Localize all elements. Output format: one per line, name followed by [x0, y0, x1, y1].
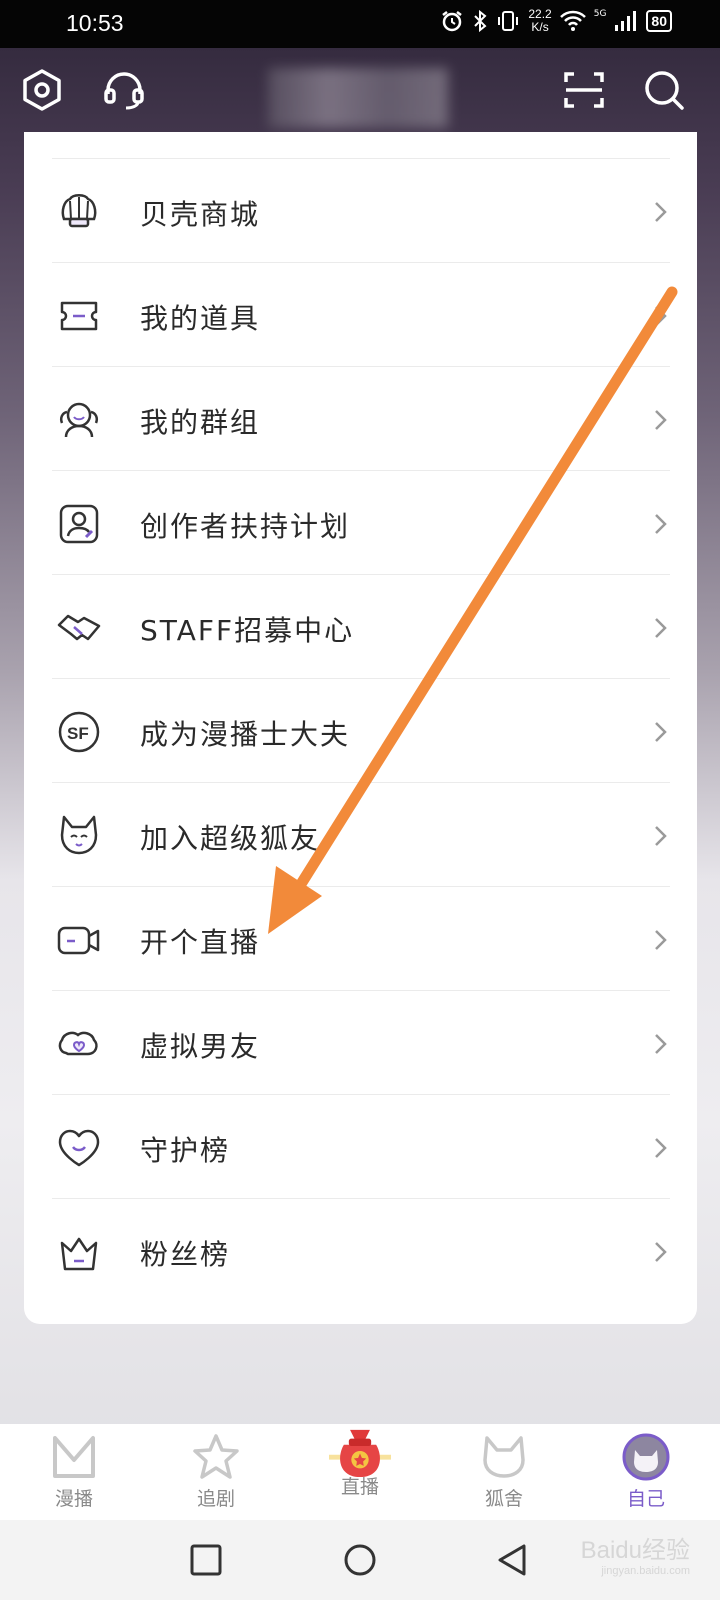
net-speed-unit: K/s — [531, 20, 549, 34]
chevron-right-icon — [655, 1242, 667, 1262]
status-time: 10:53 — [66, 10, 124, 36]
menu-item-creator-support[interactable]: 创作者扶持计划 — [52, 470, 670, 577]
wifi-icon — [559, 10, 586, 31]
bottom-tab-bar: 漫播 追剧 直播 狐舍 自己 — [0, 1424, 720, 1520]
chevron-right-icon — [655, 826, 667, 846]
watermark-brand: Baidu经验 — [580, 1537, 690, 1564]
menu-item-label: 守护榜 — [140, 1134, 231, 1167]
bluetooth-icon — [474, 9, 487, 33]
tab-label: 自己 — [626, 1488, 665, 1510]
handshake-icon — [57, 614, 101, 641]
heart-icon — [58, 1129, 100, 1167]
status-icons: 22.2 K/s 5G 80 — [440, 8, 672, 34]
menu-item-label: 成为漫播士大夫 — [140, 718, 351, 751]
menu-item-fan-ranking[interactable]: 粉丝榜 — [52, 1198, 670, 1305]
tab-zhuiju[interactable]: 追剧 — [166, 1432, 266, 1520]
menu-item-become-shidafu[interactable]: SF 成为漫播士大夫 — [52, 678, 670, 785]
avatar-icon — [622, 1433, 670, 1481]
crown-icon — [60, 1237, 98, 1271]
group-icon — [59, 402, 99, 438]
chevron-right-icon — [655, 1138, 667, 1158]
status-bar: 10:53 22.2 K/s 5G 80 — [0, 0, 720, 48]
chevron-right-icon — [655, 202, 667, 222]
menu-item-super-fox-friend[interactable]: 加入超级狐友 — [52, 782, 670, 889]
vibrate-icon — [498, 11, 519, 31]
tab-zhibo[interactable]: 直播 — [310, 1429, 410, 1520]
menu-item-label: 创作者扶持计划 — [140, 510, 351, 543]
watermark: Baidu经验 jingyan.baidu.com — [581, 1530, 690, 1577]
menu-item-my-groups[interactable]: 我的群组 — [52, 366, 670, 473]
chevron-right-icon — [655, 618, 667, 638]
menu-item-label: 开个直播 — [140, 926, 261, 959]
menu-item-label: 粉丝榜 — [140, 1238, 231, 1271]
tab-label: 狐舍 — [484, 1488, 523, 1510]
tab-label: 漫播 — [54, 1488, 93, 1510]
chevron-right-icon — [655, 514, 667, 534]
menu-item-label: 虚拟男友 — [140, 1030, 261, 1063]
menu-item-my-props[interactable]: 我的道具 — [52, 262, 670, 369]
menu-item-label: 贝壳商城 — [140, 198, 261, 231]
sf-badge-icon: SF — [58, 711, 100, 753]
watermark-url: jingyan.baidu.com — [601, 1565, 690, 1577]
chevron-right-icon — [655, 722, 667, 742]
menu-item-shell-mall[interactable]: 贝壳商城 — [52, 158, 670, 265]
scan-icon[interactable] — [562, 68, 606, 112]
back-icon[interactable] — [494, 1542, 530, 1578]
chevron-right-icon — [655, 410, 667, 430]
signal-icon — [615, 11, 637, 31]
menu-item-staff-recruit[interactable]: STAFF招募中心 — [52, 574, 670, 681]
ticket-icon — [60, 301, 98, 331]
menu-item-guard-ranking[interactable]: 守护榜 — [52, 1094, 670, 1201]
username-blurred — [268, 68, 448, 128]
menu-card: 贝壳商城 我的道具 我的群组 创作者扶持计划 STAFF招募中心 SF 成为漫播… — [24, 132, 697, 1324]
recent-apps-icon[interactable] — [188, 1542, 224, 1578]
menu-item-label: 加入超级狐友 — [140, 822, 321, 855]
signal-type: 5G — [593, 9, 607, 19]
tab-label: 追剧 — [196, 1488, 235, 1510]
menu-item-virtual-boyfriend[interactable]: 虚拟男友 — [52, 990, 670, 1097]
star-icon — [193, 1434, 239, 1479]
camera-icon — [57, 926, 100, 955]
creator-icon — [59, 504, 99, 544]
tab-label: 直播 — [340, 1476, 379, 1498]
settings-hexagon-icon[interactable] — [20, 68, 64, 112]
menu-item-label: 我的道具 — [140, 302, 261, 335]
chevron-right-icon — [655, 930, 667, 950]
net-speed: 22.2 K/s — [528, 8, 551, 34]
m-logo-icon — [53, 1436, 95, 1478]
fox-head-icon — [483, 1436, 525, 1478]
menu-item-label: 我的群组 — [140, 406, 261, 439]
chevron-right-icon — [655, 1034, 667, 1054]
menu-item-start-live[interactable]: 开个直播 — [52, 886, 670, 993]
svg-text:SF: SF — [67, 724, 89, 743]
menu-item-label: STAFF招募中心 — [140, 614, 355, 647]
shell-icon — [61, 194, 97, 228]
headset-icon[interactable] — [102, 68, 146, 112]
alarm-icon — [442, 11, 463, 32]
home-icon[interactable] — [342, 1542, 378, 1578]
tab-hushe[interactable]: 狐舍 — [454, 1432, 554, 1520]
tab-self[interactable]: 自己 — [596, 1432, 696, 1520]
search-icon[interactable] — [642, 68, 686, 112]
battery-indicator: 80 — [646, 10, 672, 32]
chevron-right-icon — [655, 306, 667, 326]
profile-header — [0, 48, 720, 132]
fox-icon — [60, 815, 98, 855]
tab-manbo[interactable]: 漫播 — [24, 1432, 124, 1520]
heart-bubble-icon — [58, 1031, 98, 1056]
